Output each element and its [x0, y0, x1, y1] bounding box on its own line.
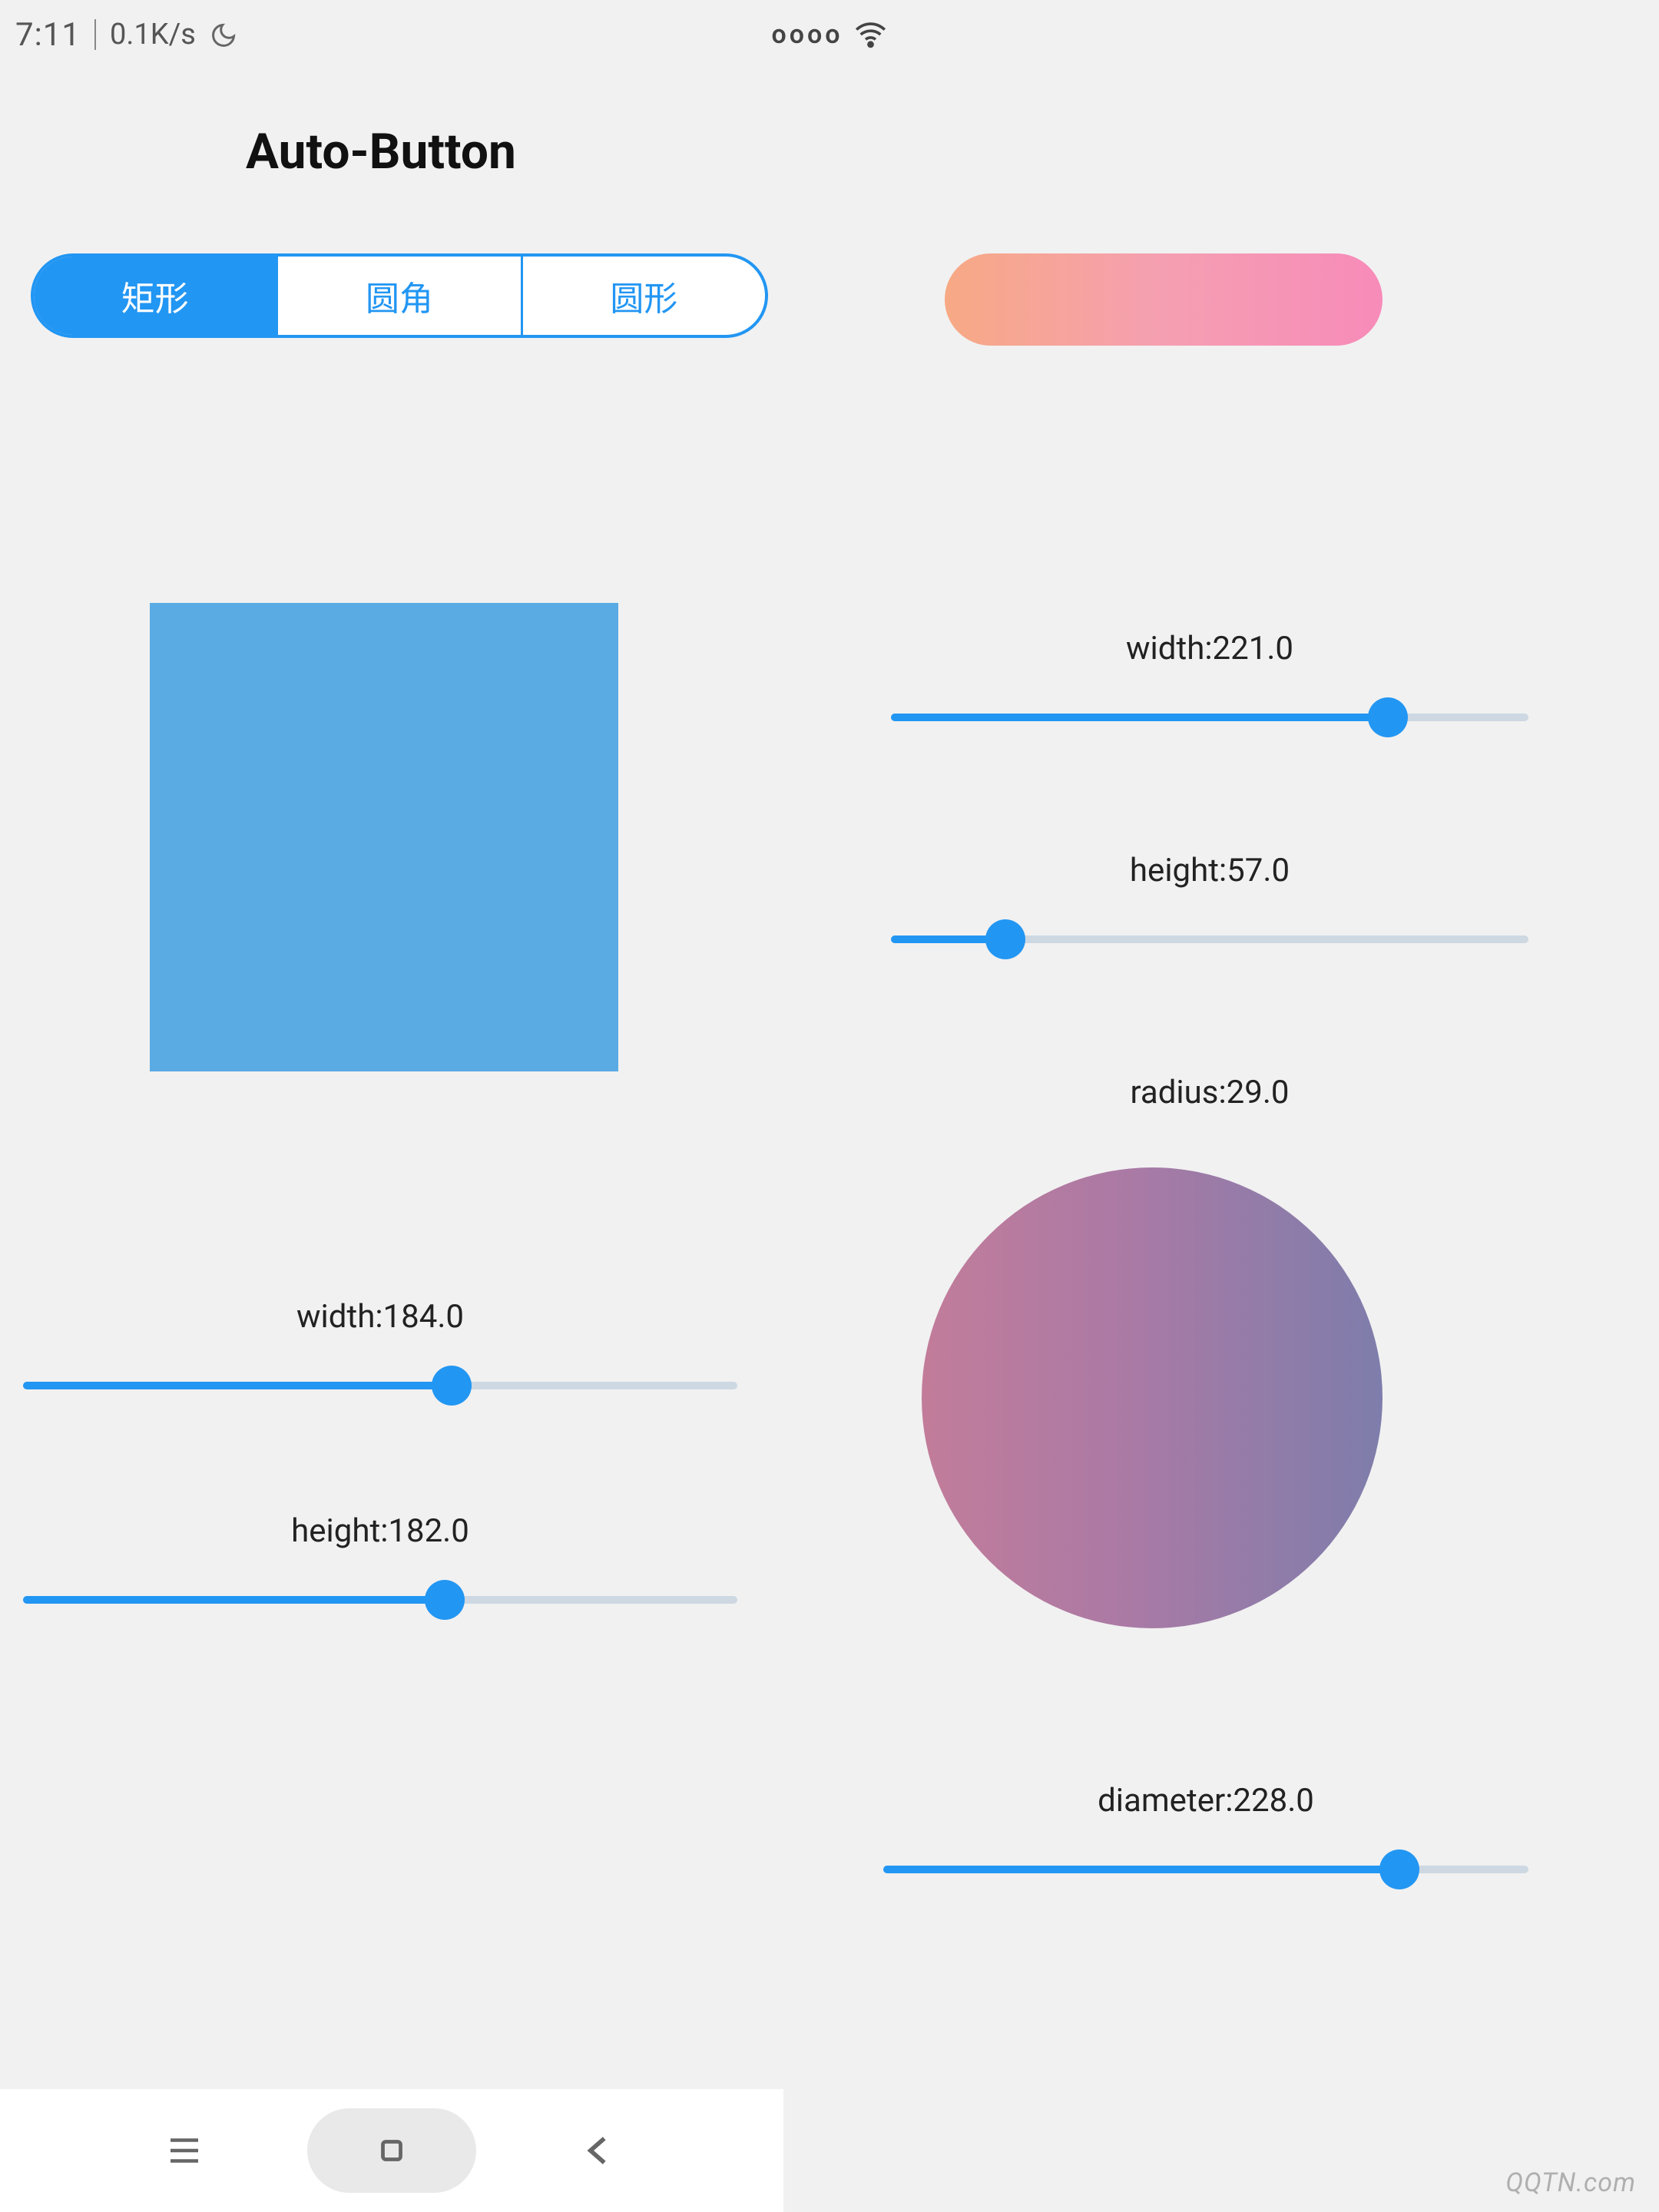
slider-fill: [883, 1866, 1399, 1873]
square-controls: width:184.0 height:182.0: [23, 1298, 737, 1727]
pill-controls: width:221.0 height:57.0 radius:29.0: [891, 630, 1528, 1257]
home-button[interactable]: [307, 2108, 476, 2193]
status-time: 7:11: [15, 16, 81, 54]
circle-preview: [922, 1167, 1382, 1628]
back-button[interactable]: [568, 2120, 630, 2181]
page-title: Auto-Button: [246, 123, 516, 180]
pill-width-label: width:221.0: [891, 630, 1528, 667]
status-center: oooo: [772, 18, 888, 51]
moon-icon: [210, 21, 237, 48]
square-height-slider[interactable]: [23, 1581, 737, 1619]
tab-rect[interactable]: 矩形: [34, 257, 278, 335]
slider-fill: [23, 1596, 445, 1604]
slider-fill: [891, 714, 1388, 721]
recent-apps-button[interactable]: [154, 2120, 215, 2181]
watermark: QQTN.com: [1505, 2167, 1636, 2198]
signal-icon: oooo: [772, 19, 843, 50]
pill-radius-row: radius:29.0: [891, 1074, 1528, 1142]
status-left: 7:11 0.1K/s: [15, 16, 237, 54]
square-preview: [150, 603, 618, 1071]
status-bar: 7:11 0.1K/s oooo: [0, 0, 1659, 69]
slider-thumb[interactable]: [432, 1366, 472, 1406]
tab-circle[interactable]: 圆形: [523, 257, 765, 335]
circle-diameter-slider[interactable]: [883, 1850, 1528, 1889]
circle-diameter-row: diameter:228.0: [883, 1782, 1528, 1889]
slider-thumb[interactable]: [425, 1580, 465, 1620]
circle-controls: diameter:228.0: [883, 1782, 1528, 1889]
square-height-row: height:182.0: [23, 1512, 737, 1619]
shape-tabs: 矩形 圆角 圆形: [31, 253, 768, 338]
wifi-icon: [853, 18, 887, 51]
tab-rounded[interactable]: 圆角: [278, 257, 522, 335]
status-divider: [94, 19, 96, 50]
pill-height-slider[interactable]: [891, 920, 1528, 959]
navigation-bar: [0, 2089, 783, 2212]
pill-radius-label: radius:29.0: [891, 1074, 1528, 1111]
rounded-pill-preview: [945, 253, 1382, 346]
slider-fill: [23, 1382, 452, 1389]
square-height-label: height:182.0: [23, 1512, 737, 1550]
circle-diameter-label: diameter:228.0: [883, 1782, 1528, 1820]
pill-height-label: height:57.0: [891, 852, 1528, 889]
square-width-label: width:184.0: [23, 1298, 737, 1336]
pill-width-slider[interactable]: [891, 698, 1528, 737]
pill-width-row: width:221.0: [891, 630, 1528, 737]
slider-thumb[interactable]: [1379, 1849, 1419, 1889]
slider-thumb[interactable]: [985, 919, 1025, 959]
pill-height-row: height:57.0: [891, 852, 1528, 959]
slider-thumb[interactable]: [1368, 697, 1408, 737]
square-width-slider[interactable]: [23, 1366, 737, 1405]
square-width-row: width:184.0: [23, 1298, 737, 1405]
status-network-speed: 0.1K/s: [110, 18, 196, 51]
